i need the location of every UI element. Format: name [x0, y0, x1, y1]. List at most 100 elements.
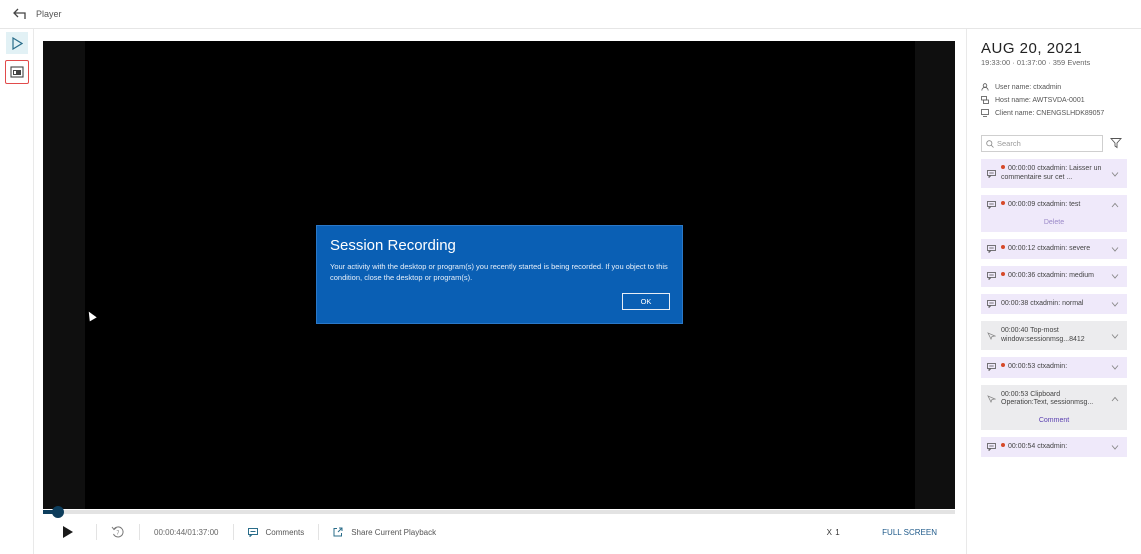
play-icon: [12, 36, 23, 50]
playback-timeline[interactable]: [43, 506, 955, 518]
comment-icon: [987, 299, 996, 308]
chevron-down-icon[interactable]: [1111, 273, 1119, 279]
search-icon: [986, 139, 994, 148]
session-summary: 19:33:00 · 01:37:00 · 359 Events: [981, 58, 1091, 67]
fullscreen-button[interactable]: FULL SCREEN: [882, 528, 937, 537]
severity-dot: [1001, 363, 1005, 367]
video-letterbox-right: [915, 41, 955, 509]
comment-icon: [987, 169, 996, 178]
video-letterbox-left: [43, 41, 85, 509]
arrow-left-icon[interactable]: [12, 7, 28, 21]
chevron-down-icon[interactable]: [1111, 444, 1119, 450]
chevron-up-icon[interactable]: [1111, 202, 1119, 208]
event-item[interactable]: 00:00:54 ctxadmin:: [981, 436, 1127, 458]
comment-icon: [247, 527, 258, 537]
monitor-icon: [981, 109, 989, 117]
replay-icon[interactable]: 7: [111, 525, 125, 539]
timeline-handle[interactable]: [52, 506, 65, 518]
playback-time: 00:00:44/01:37:00: [154, 527, 219, 537]
event-text: 00:00:54 ctxadmin:: [1008, 442, 1068, 450]
session-recording-dialog: Session Recording Your activity with the…: [316, 225, 683, 324]
event-text: 00:00:40 Top-most window:sessionmsg...84…: [1001, 327, 1085, 343]
event-row[interactable]: 00:00:38 ctxadmin: normal: [981, 294, 1127, 315]
event-text: 00:00:12 ctxadmin: severe: [1008, 244, 1091, 252]
event-item[interactable]: 00:00:00 ctxadmin: Laisser un commentair…: [981, 159, 1127, 188]
event-row[interactable]: 00:00:53 Clipboard Operation:Text, sessi…: [981, 385, 1127, 414]
event-row[interactable]: 00:00:53 ctxadmin:: [981, 357, 1127, 378]
session-details-panel: AUG 20, 2021 19:33:00 · 01:37:00 · 359 E…: [966, 29, 1141, 554]
event-item[interactable]: 00:00:09 ctxadmin: test Delete: [981, 195, 1127, 232]
event-item[interactable]: 00:00:36 ctxadmin: medium: [981, 266, 1127, 287]
severity-dot: [1001, 272, 1005, 276]
comment-icon: [987, 244, 996, 253]
event-item[interactable]: 00:00:12 ctxadmin: severe: [981, 238, 1127, 260]
event-item[interactable]: 00:00:38 ctxadmin: normal: [981, 293, 1127, 315]
video-player[interactable]: Session Recording Your activity with the…: [43, 41, 955, 509]
search-placeholder: Search: [997, 139, 1021, 148]
event-row[interactable]: 00:00:54 ctxadmin:: [981, 437, 1127, 458]
cursor-event-icon: [987, 331, 996, 340]
dialog-message: Your activity with the desktop or progra…: [330, 262, 668, 282]
divider: [139, 524, 140, 540]
delete-comment-button[interactable]: Delete: [981, 216, 1127, 232]
session-date: AUG 20, 2021: [981, 40, 1083, 57]
top-bar: Player: [0, 0, 1141, 29]
chevron-down-icon[interactable]: [1111, 364, 1119, 370]
host-info: Host name: AWTSVDA-0001: [981, 96, 1085, 104]
playback-controls: 7 00:00:44/01:37:00 Comments Share Curre…: [43, 519, 955, 545]
host-icon: [981, 96, 989, 104]
client-name: Client name: CNENGSLHDK89057: [995, 109, 1105, 117]
comments-button[interactable]: Comments: [247, 527, 305, 537]
divider: [96, 524, 97, 540]
event-list: 00:00:00 ctxadmin: Laisser un commentair…: [981, 159, 1141, 464]
snapshot-icon: [10, 66, 24, 78]
event-row[interactable]: 00:00:36 ctxadmin: medium: [981, 266, 1127, 287]
severity-dot: [1001, 165, 1005, 169]
event-row[interactable]: 00:00:12 ctxadmin: severe: [981, 239, 1127, 260]
add-comment-button[interactable]: Comment: [981, 414, 1127, 430]
svg-text:7: 7: [116, 531, 119, 537]
filter-icon[interactable]: [1110, 137, 1122, 149]
playback-speed[interactable]: X 1: [827, 528, 841, 537]
user-icon: [981, 83, 989, 91]
event-text: 00:00:38 ctxadmin: normal: [1001, 299, 1084, 307]
snapshot-nav-button[interactable]: [5, 60, 29, 84]
cursor-event-icon: [987, 395, 996, 403]
play-icon: [63, 526, 73, 538]
play-button[interactable]: [62, 526, 82, 538]
user-name: User name: ctxadmin: [995, 83, 1062, 91]
event-item[interactable]: 00:00:40 Top-most window:sessionmsg...84…: [981, 321, 1127, 350]
comment-icon: [987, 363, 996, 372]
dialog-ok-button[interactable]: OK: [622, 293, 670, 310]
mouse-cursor-icon: [85, 309, 97, 322]
event-row[interactable]: 00:00:00 ctxadmin: Laisser un commentair…: [981, 159, 1127, 188]
comment-icon: [987, 201, 996, 210]
comment-icon: [987, 442, 996, 451]
chevron-down-icon[interactable]: [1111, 301, 1119, 307]
event-text: 00:00:53 ctxadmin:: [1008, 363, 1068, 370]
severity-dot: [1001, 442, 1005, 447]
severity-dot: [1001, 201, 1005, 205]
event-text: 00:00:09 ctxadmin: test: [1008, 201, 1081, 208]
event-item[interactable]: 00:00:53 ctxadmin:: [981, 357, 1127, 378]
severity-dot: [1001, 244, 1005, 249]
comments-label: Comments: [265, 527, 305, 537]
event-item[interactable]: 00:00:53 Clipboard Operation:Text, sessi…: [981, 384, 1127, 430]
player-nav-button[interactable]: [6, 32, 28, 54]
left-rail: [0, 29, 34, 554]
share-label: Share Current Playback: [351, 527, 437, 537]
chevron-down-icon[interactable]: [1111, 246, 1119, 252]
event-row[interactable]: 00:00:40 Top-most window:sessionmsg...84…: [981, 321, 1127, 350]
host-name: Host name: AWTSVDA-0001: [995, 96, 1085, 104]
event-text: 00:00:00 ctxadmin: Laisser un commentair…: [1001, 165, 1102, 181]
chevron-up-icon[interactable]: [1111, 396, 1119, 402]
client-info: Client name: CNENGSLHDK89057: [981, 109, 1104, 117]
chevron-down-icon[interactable]: [1111, 333, 1119, 339]
share-playback-button[interactable]: Share Current Playback: [333, 527, 436, 537]
user-info: User name: ctxadmin: [981, 83, 1061, 91]
event-search-input[interactable]: Search: [981, 135, 1103, 152]
event-row[interactable]: 00:00:09 ctxadmin: test: [981, 195, 1127, 216]
comment-icon: [987, 272, 996, 281]
chevron-down-icon[interactable]: [1111, 171, 1119, 177]
event-text: 00:00:36 ctxadmin: medium: [1008, 272, 1094, 279]
